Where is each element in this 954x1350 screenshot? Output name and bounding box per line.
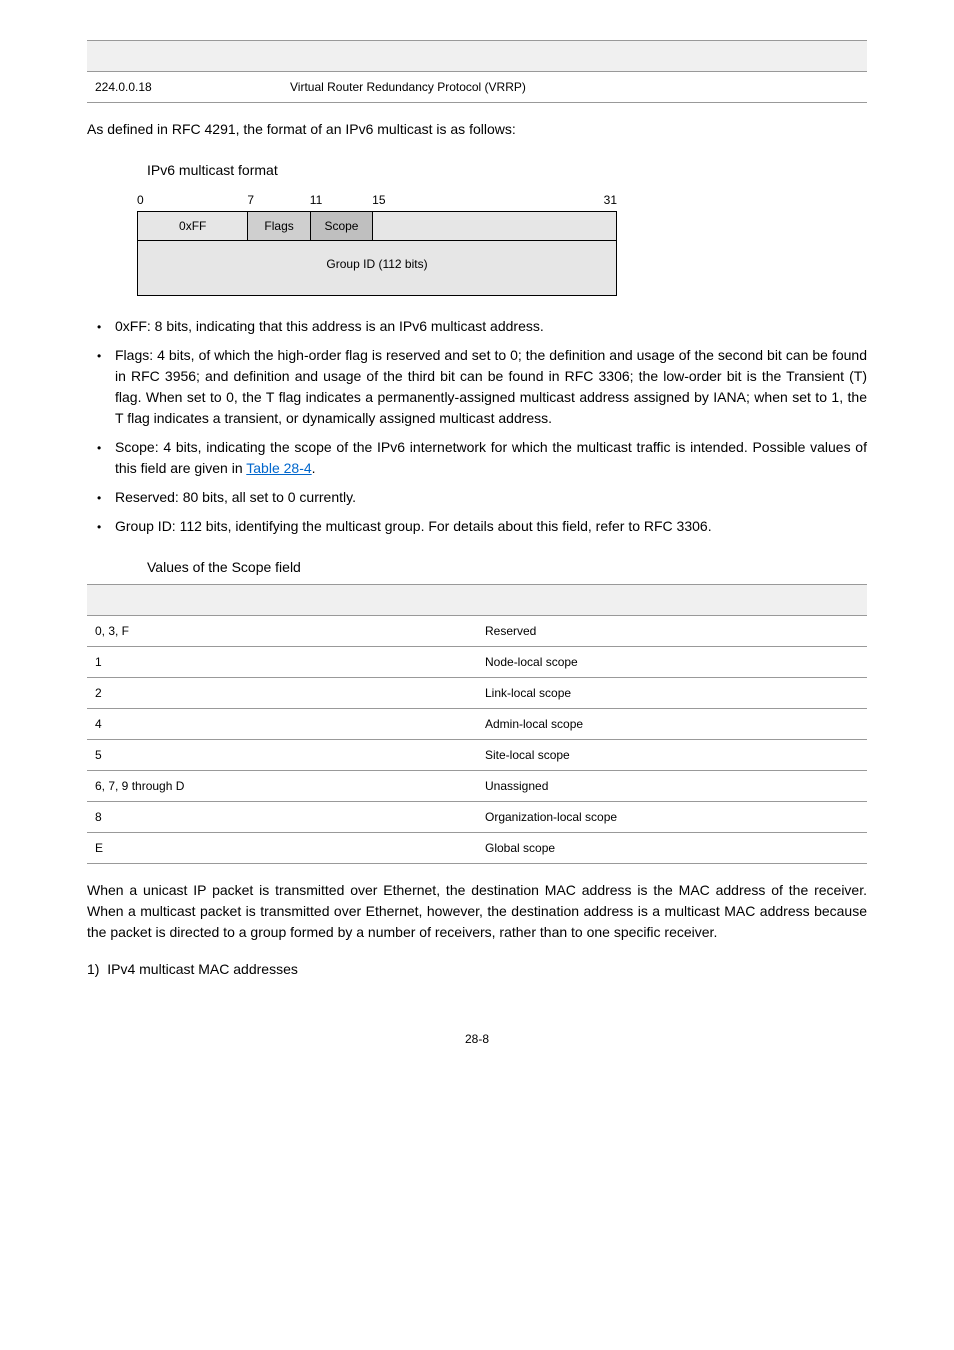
scope-header-2 bbox=[477, 585, 867, 616]
bit-label-31: 31 bbox=[604, 191, 617, 209]
bullet-flags: Flags: 4 bits, of which the high-order f… bbox=[115, 345, 867, 429]
header-cell-1 bbox=[87, 41, 282, 72]
table-row: 5Site-local scope bbox=[87, 740, 867, 771]
field-scope: Scope bbox=[310, 211, 372, 241]
bit-label-11: 11 bbox=[310, 191, 372, 209]
scope-table: 0, 3, FReserved 1Node-local scope 2Link-… bbox=[87, 584, 867, 864]
bullet-list: 0xFF: 8 bits, indicating that this addre… bbox=[87, 316, 867, 537]
table-ref-link[interactable]: Table 28-4 bbox=[246, 460, 311, 476]
bullet-scope: Scope: 4 bits, indicating the scope of t… bbox=[115, 437, 867, 479]
vrrp-desc: Virtual Router Redundancy Protocol (VRRP… bbox=[282, 72, 867, 103]
scope-header-1 bbox=[87, 585, 477, 616]
table-row: 8Organization-local scope bbox=[87, 802, 867, 833]
field-flags: Flags bbox=[247, 211, 309, 241]
diagram-caption: IPv6 multicast format bbox=[147, 160, 867, 181]
table-row: 6, 7, 9 through DUnassigned bbox=[87, 771, 867, 802]
numbered-item-1: 1) IPv4 multicast MAC addresses bbox=[87, 959, 867, 980]
multicast-format-diagram: 0 7 11 15 31 0xFF Flags Scope Group ID (… bbox=[137, 191, 617, 296]
header-cell-2 bbox=[282, 41, 867, 72]
field-0xff: 0xFF bbox=[137, 211, 247, 241]
table-row: EGlobal scope bbox=[87, 833, 867, 864]
bullet-0xff: 0xFF: 8 bits, indicating that this addre… bbox=[115, 316, 867, 337]
table-row: 4Admin-local scope bbox=[87, 709, 867, 740]
bullet-group-id: Group ID: 112 bits, identifying the mult… bbox=[115, 516, 867, 537]
table-row: 0, 3, FReserved bbox=[87, 616, 867, 647]
bullet-reserved: Reserved: 80 bits, all set to 0 currentl… bbox=[115, 487, 867, 508]
scope-caption: Values of the Scope field bbox=[147, 557, 867, 578]
vrrp-address: 224.0.0.18 bbox=[87, 72, 282, 103]
mac-paragraph: When a unicast IP packet is transmitted … bbox=[87, 880, 867, 943]
bit-label-7: 7 bbox=[247, 191, 309, 209]
page-number: 28-8 bbox=[87, 1030, 867, 1048]
table-row: 2Link-local scope bbox=[87, 678, 867, 709]
intro-text: As defined in RFC 4291, the format of an… bbox=[87, 119, 867, 140]
bit-label-0: 0 bbox=[137, 191, 247, 209]
bit-label-15: 15 bbox=[372, 191, 603, 209]
table-row: 1Node-local scope bbox=[87, 647, 867, 678]
field-group-id: Group ID (112 bits) bbox=[137, 241, 617, 296]
field-blank bbox=[372, 211, 617, 241]
vrrp-table: 224.0.0.18 Virtual Router Redundancy Pro… bbox=[87, 40, 867, 103]
